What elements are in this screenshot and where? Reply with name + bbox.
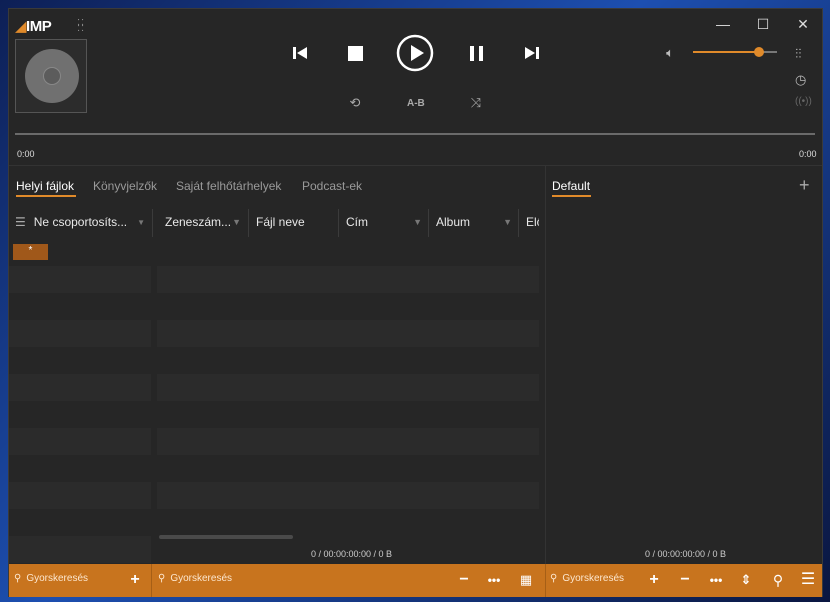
maximize-button[interactable]: ☐	[753, 15, 773, 33]
remaining-time: 0:00	[799, 149, 817, 159]
column-title[interactable]: Cím ▼	[346, 205, 428, 239]
equalizer-icon[interactable]: ⫶⫶	[795, 46, 802, 62]
search-icon: ⚲	[14, 573, 22, 584]
play-button[interactable]	[396, 34, 434, 72]
ab-repeat-button[interactable]: A-B	[407, 98, 425, 109]
filter-icon[interactable]: ▼	[232, 217, 241, 227]
tab-podcasts[interactable]: Podcast-ek	[302, 179, 362, 193]
grouping-selector[interactable]: ☰ Ne csoportosíts... ▼	[15, 205, 151, 239]
group-search[interactable]: ⚲ Gyorskeresés	[14, 573, 88, 584]
add-tracks-button[interactable]: +	[645, 570, 663, 590]
close-button[interactable]: ✕	[793, 15, 813, 33]
filter-icon[interactable]: ▼	[413, 217, 422, 227]
add-playlist-button[interactable]: +	[799, 175, 810, 196]
search-icon: ⚲	[158, 573, 166, 584]
broadcast-icon[interactable]: ((•))	[795, 96, 812, 107]
filter-icon[interactable]: ▼	[503, 217, 512, 227]
repeat-off-icon[interactable]: ⟲	[347, 95, 363, 111]
minimize-button[interactable]: —	[713, 15, 733, 33]
stop-button[interactable]	[345, 43, 365, 63]
volume-icon[interactable]: 🔈︎	[661, 45, 679, 61]
tab-underline	[16, 195, 76, 197]
volume-slider[interactable]	[693, 47, 777, 57]
elapsed-time: 0:00	[17, 149, 35, 159]
column-performer[interactable]: Elő	[526, 205, 539, 239]
chevron-down-icon: ▼	[137, 217, 145, 227]
tab-bookmarks[interactable]: Könyvjelzők	[93, 179, 157, 193]
horizontal-scrollbar[interactable]	[159, 535, 293, 539]
library-search[interactable]: ⚲ Gyorskeresés	[158, 573, 232, 584]
drag-grip-icon[interactable]: ::::	[77, 17, 85, 34]
column-album[interactable]: Album ▼	[436, 205, 518, 239]
panel-divider	[545, 166, 546, 564]
sort-icon[interactable]: ⇕	[737, 570, 755, 590]
bottom-toolbar: ⚲ Gyorskeresés + ⚲ Gyorskeresés − ••• ▦ ⚲ G…	[9, 564, 822, 597]
group-item-all[interactable]: *	[13, 244, 48, 260]
album-art	[15, 39, 87, 113]
aimp-window: ◢IMP :::: — ☐ ✕ ⟲ A-B ⤨ 🔈︎ ⫶⫶ ◷ ((•)) 0:…	[8, 8, 823, 597]
more-icon[interactable]: •••	[485, 570, 503, 590]
column-file-name[interactable]: Fájl neve	[256, 205, 338, 239]
disc-icon	[25, 49, 79, 103]
group-list	[9, 239, 151, 565]
playlist-search[interactable]: ⚲ Gyorskeresés	[550, 573, 624, 584]
library-status: 0 / 00:00:00:00 / 0 B	[311, 549, 393, 559]
app-logo[interactable]: ◢IMP	[15, 17, 52, 35]
next-button[interactable]	[521, 43, 543, 63]
add-button[interactable]: +	[126, 570, 144, 590]
more-icon[interactable]: •••	[707, 570, 725, 590]
tab-cloud-storage[interactable]: Saját felhőtárhelyek	[176, 179, 281, 193]
grouping-label: Ne csoportosíts...	[33, 215, 128, 229]
playlist-tab-underline	[552, 195, 591, 197]
remove-tracks-button[interactable]: −	[676, 570, 694, 590]
menu-icon[interactable]: ☰	[799, 570, 817, 590]
search-icon: ⚲	[550, 573, 558, 584]
shuffle-icon[interactable]: ⤨	[468, 95, 484, 111]
column-track-number[interactable]: Zeneszám... ▼	[165, 205, 247, 239]
tab-local-files[interactable]: Helyi fájlok	[16, 179, 74, 193]
previous-button[interactable]	[289, 43, 311, 63]
grid-view-icon[interactable]: ▦	[517, 570, 535, 590]
divider	[9, 165, 822, 166]
remove-button[interactable]: −	[455, 570, 473, 590]
seek-bar[interactable]	[15, 133, 815, 135]
clock-icon[interactable]: ◷	[795, 72, 806, 88]
tab-playlist-default[interactable]: Default	[552, 179, 590, 193]
track-list	[157, 239, 539, 539]
search-icon[interactable]: ⚲	[769, 570, 787, 590]
pause-button[interactable]	[467, 43, 487, 63]
menu-icon: ☰	[15, 215, 26, 229]
playlist-status: 0 / 00:00:00:00 / 0 B	[645, 549, 727, 559]
volume-slider-handle[interactable]	[753, 47, 764, 57]
